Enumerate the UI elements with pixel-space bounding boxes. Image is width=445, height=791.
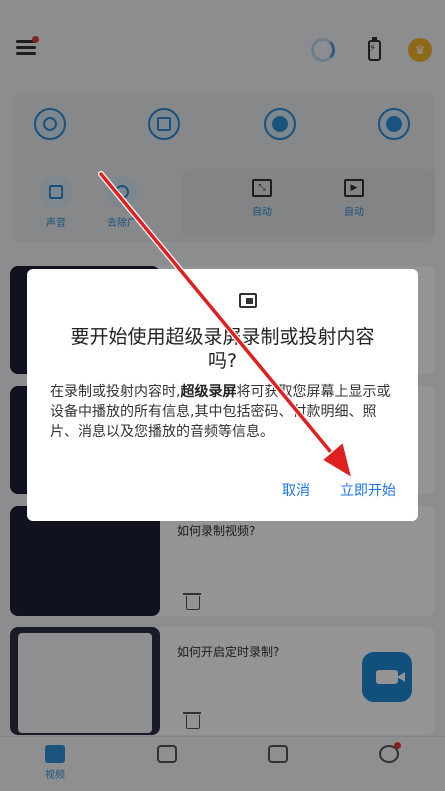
cast-icon: [239, 293, 257, 308]
dialog-app-name: 超级录屏: [180, 384, 237, 400]
cancel-button[interactable]: 取消: [282, 480, 310, 500]
dialog-title: 要开始使用超级录屏录制或投射内容吗?: [70, 326, 375, 372]
screen-capture-permission-dialog: 要开始使用超级录屏录制或投射内容吗? 在录制或投射内容时,超级录屏将可获取您屏幕…: [27, 269, 418, 521]
dialog-message-prefix: 在录制或投射内容时,: [50, 384, 181, 400]
dialog-message: 在录制或投射内容时,超级录屏将可获取您屏幕上显示或设备中播放的所有信息,其中包括…: [50, 382, 395, 442]
start-now-button[interactable]: 立即开始: [340, 480, 396, 500]
